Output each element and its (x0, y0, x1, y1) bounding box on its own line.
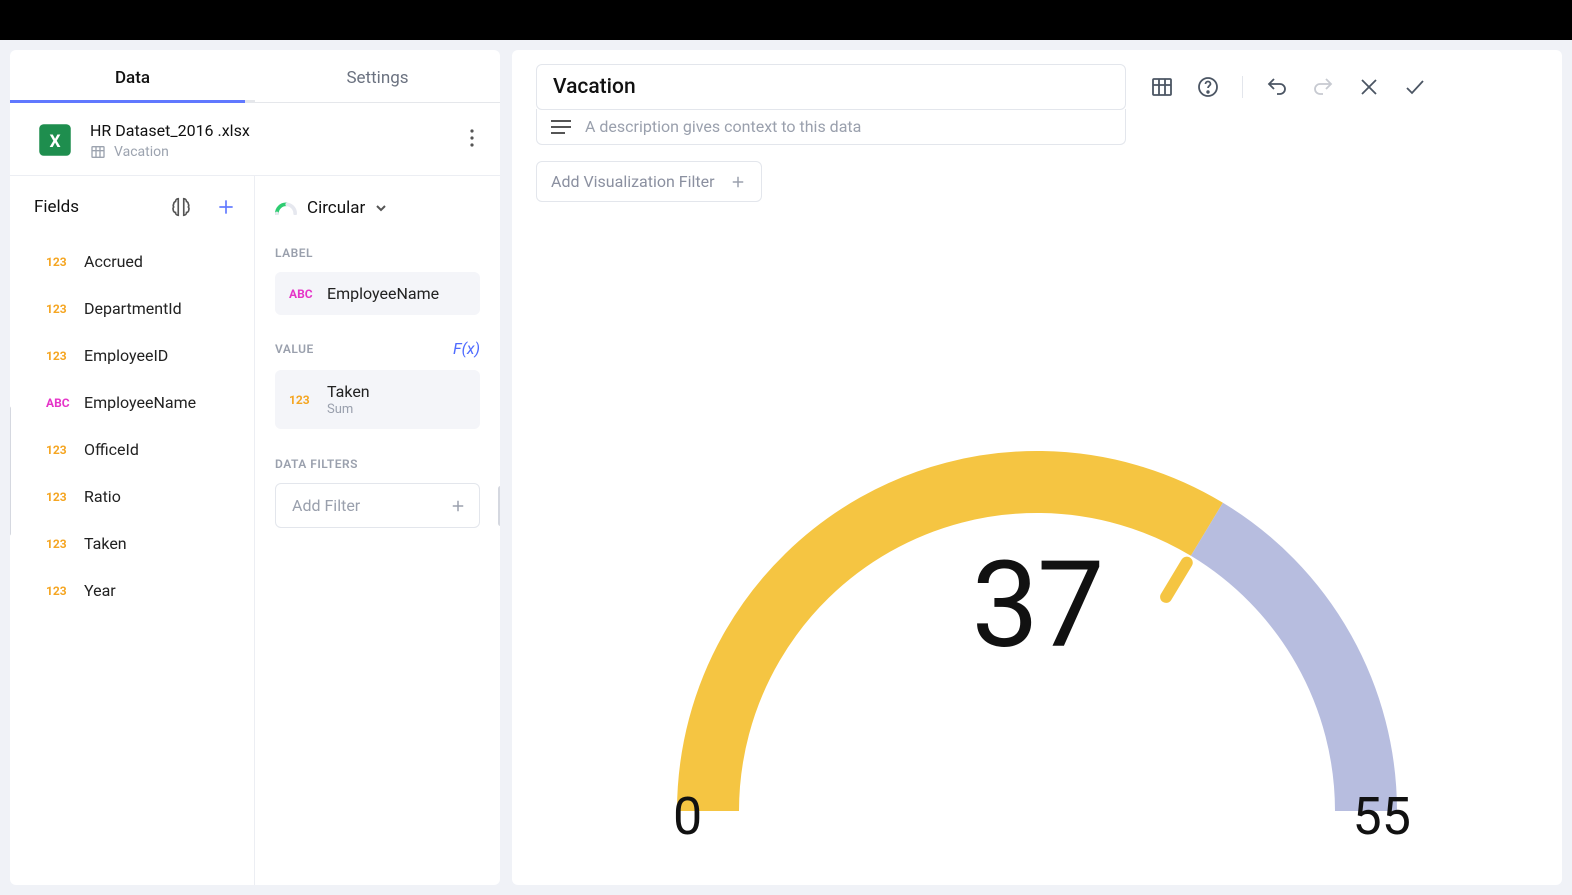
field-label: Year (84, 581, 116, 600)
help-icon[interactable] (1196, 75, 1220, 99)
app-root: Data Settings X HR Dataset_2016 .xlsx Va… (0, 40, 1572, 895)
field-type-123-icon: 123 (46, 490, 72, 504)
field-label: EmployeeID (84, 346, 168, 365)
left-panel: Data Settings X HR Dataset_2016 .xlsx Va… (10, 50, 500, 885)
plus-icon (449, 497, 467, 515)
redo-icon[interactable] (1311, 75, 1335, 99)
circular-gauge-icon (275, 201, 297, 215)
config-column: Circular LABEL ABC EmployeeName VALUE F(… (255, 176, 500, 885)
field-item[interactable]: 123 Ratio (10, 473, 254, 520)
field-type-abc-icon: ABC (46, 396, 72, 410)
section-label-value: VALUE (275, 342, 314, 356)
field-label: EmployeeName (84, 393, 196, 412)
description-row (536, 109, 1126, 145)
viz-title-input[interactable] (536, 64, 1126, 110)
fields-header: Fields (10, 190, 254, 236)
field-item[interactable]: 123 Year (10, 567, 254, 614)
undo-icon[interactable] (1265, 75, 1289, 99)
field-label: Taken (84, 534, 127, 553)
field-item[interactable]: 123 DepartmentId (10, 285, 254, 332)
add-filter-label: Add Filter (292, 496, 360, 515)
section-header-value: VALUE F(x) (275, 339, 480, 358)
field-type-123-icon: 123 (46, 255, 72, 269)
field-type-abc-icon: ABC (289, 287, 315, 301)
field-type-123-icon: 123 (46, 443, 72, 457)
section-label-filters: DATA FILTERS (275, 457, 480, 471)
gauge-min-label: 0 (673, 786, 702, 847)
panel-tabs: Data Settings (10, 50, 500, 103)
gauge-max-label: 55 (1353, 786, 1411, 847)
field-type-123-icon: 123 (46, 302, 72, 316)
dataset-row[interactable]: X HR Dataset_2016 .xlsx Vacation (10, 103, 500, 176)
toolbar-divider (1242, 76, 1243, 98)
field-type-123-icon: 123 (289, 393, 315, 407)
field-label: OfficeId (84, 440, 139, 459)
chevron-down-icon (375, 202, 387, 214)
fields-scrollbar[interactable] (10, 406, 11, 536)
panel-body: Fields 123 Accrued 123 DepartmentId 123 Emplo… (10, 176, 500, 885)
chart-area: 37 0 55 (536, 202, 1538, 871)
field-label: DepartmentId (84, 299, 182, 318)
add-field-icon[interactable] (216, 197, 236, 217)
tab-settings[interactable]: Settings (255, 50, 500, 102)
field-item[interactable]: 123 Taken (10, 520, 254, 567)
chart-type-selector[interactable]: Circular (275, 194, 480, 238)
field-item[interactable]: ABC EmployeeName (10, 379, 254, 426)
field-type-123-icon: 123 (46, 349, 72, 363)
section-label-label: LABEL (275, 246, 480, 260)
tab-data[interactable]: Data (10, 50, 255, 102)
config-scrollbar[interactable] (498, 486, 500, 526)
field-label: Accrued (84, 252, 143, 271)
main-header (536, 64, 1538, 110)
plus-icon (729, 173, 747, 191)
brain-icon[interactable] (170, 196, 192, 218)
close-icon[interactable] (1357, 75, 1381, 99)
fields-column: Fields 123 Accrued 123 DepartmentId 123 Emplo… (10, 176, 255, 885)
field-item[interactable]: 123 OfficeId (10, 426, 254, 473)
viz-filter-label: Add Visualization Filter (551, 172, 715, 191)
window-titlebar (0, 0, 1572, 40)
value-pill-aggregation: Sum (327, 402, 370, 417)
dataset-more-menu[interactable] (462, 125, 482, 155)
field-type-123-icon: 123 (46, 584, 72, 598)
field-item[interactable]: 123 EmployeeID (10, 332, 254, 379)
field-label: Ratio (84, 487, 121, 506)
description-input[interactable] (585, 117, 1111, 136)
toolbar (1150, 75, 1427, 99)
label-pill[interactable]: ABC EmployeeName (275, 272, 480, 315)
field-item[interactable]: 123 Accrued (10, 238, 254, 285)
table-icon (90, 144, 106, 160)
fx-button[interactable]: F(x) (453, 339, 480, 358)
dataset-info: HR Dataset_2016 .xlsx Vacation (90, 121, 448, 160)
vertical-dots-icon (470, 129, 474, 147)
description-icon[interactable] (551, 120, 571, 134)
chart-type-label: Circular (307, 198, 365, 218)
field-list: 123 Accrued 123 DepartmentId 123 EmployeeID AB… (10, 236, 254, 616)
main-panel: Add Visualization Filter 37 0 55 (512, 50, 1562, 885)
confirm-icon[interactable] (1403, 75, 1427, 99)
add-viz-filter-button[interactable]: Add Visualization Filter (536, 161, 762, 202)
dataset-file-name: HR Dataset_2016 .xlsx (90, 121, 448, 140)
excel-file-icon: X (34, 119, 76, 161)
fields-title: Fields (34, 197, 160, 217)
dataset-table-name: Vacation (114, 144, 169, 160)
value-pill-name: Taken (327, 382, 370, 401)
dataset-table: Vacation (90, 144, 448, 160)
circular-gauge: 37 0 55 (667, 421, 1407, 841)
tab-indicator (10, 100, 255, 103)
svg-text:X: X (49, 132, 60, 152)
field-type-123-icon: 123 (46, 537, 72, 551)
value-pill[interactable]: 123 Taken Sum (275, 370, 480, 429)
table-view-icon[interactable] (1150, 75, 1174, 99)
gauge-value: 37 (667, 421, 1407, 791)
label-pill-name: EmployeeName (327, 284, 439, 303)
add-data-filter-button[interactable]: Add Filter (275, 483, 480, 528)
